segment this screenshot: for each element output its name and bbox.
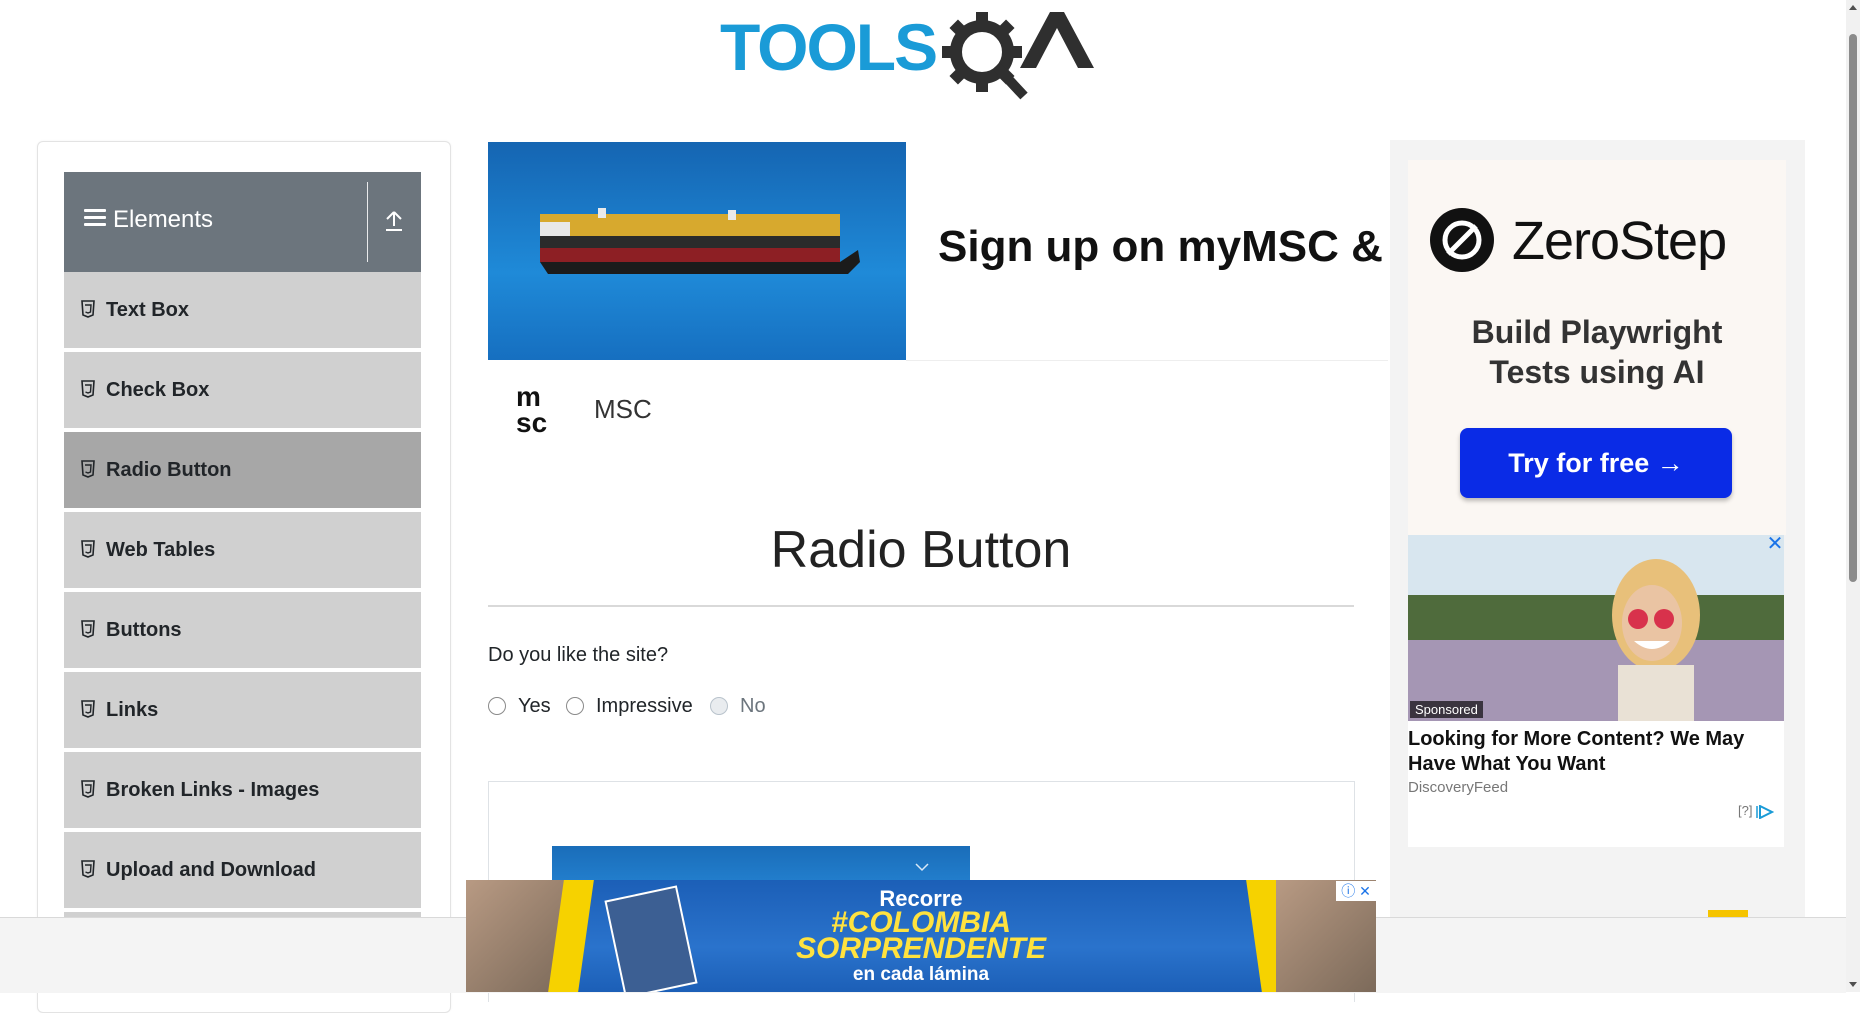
sidebar-item-text-box[interactable]: Text Box <box>64 272 421 350</box>
radio-impressive[interactable] <box>566 697 584 715</box>
svg-text:sc: sc <box>516 407 547 436</box>
adchoices-icon[interactable]: [?] <box>1738 803 1775 820</box>
html5-icon <box>81 380 95 398</box>
sponsored-source[interactable]: DiscoveryFeed <box>1408 779 1508 796</box>
ad-close-controls[interactable]: ⓘ ✕ <box>1336 881 1376 901</box>
sidebar-group-title: Elements <box>113 206 214 233</box>
zerostep-tagline-line1: Build Playwright <box>1471 314 1723 350</box>
sidebar-item-label: Links <box>106 699 159 721</box>
collapse-up-icon[interactable] <box>382 208 406 234</box>
sidebar-item-label: Buttons <box>106 619 182 641</box>
sidebar-item-label: Check Box <box>106 379 210 401</box>
html5-icon <box>81 700 95 718</box>
adchoices-triangle-icon <box>1756 803 1775 820</box>
sidebar-item-buttons[interactable]: Buttons <box>64 592 421 670</box>
radio-option-yes[interactable]: Yes <box>488 692 551 720</box>
radio-yes[interactable] <box>488 697 506 715</box>
sidebar-group-elements[interactable]: Elements <box>64 172 421 272</box>
sidebar-item-upload-download[interactable]: Upload and Download <box>64 832 421 910</box>
html5-icon <box>81 300 95 318</box>
radio-option-impressive[interactable]: Impressive <box>566 692 693 720</box>
radio-yes-label[interactable]: Yes <box>518 695 551 718</box>
ad-line-lamina: en cada lámina <box>852 964 990 985</box>
sponsored-badge: Sponsored <box>1410 701 1483 718</box>
html5-icon <box>81 460 95 478</box>
scroll-down-arrow-icon[interactable] <box>1846 976 1860 992</box>
sponsored-card[interactable]: Sponsored ✕ Looking for More Content? We… <box>1408 534 1784 847</box>
container-ship-image <box>488 142 906 360</box>
zerostep-tagline: Build Playwright Tests using AI <box>1408 312 1786 392</box>
html5-icon <box>81 540 95 558</box>
sidebar-item-label: Upload and Download <box>106 859 316 881</box>
svg-text:TOOLS: TOOLS <box>720 10 936 84</box>
zerostep-ad[interactable]: ZeroStep Build Playwright Tests using AI… <box>1408 160 1786 535</box>
scroll-up-arrow-icon[interactable] <box>1846 0 1860 16</box>
sidebar-item-label: Text Box <box>106 299 189 321</box>
sidebar-item-web-tables[interactable]: Web Tables <box>64 512 421 590</box>
toolsqa-logo[interactable]: TOOLS <box>720 6 1130 102</box>
header-divider <box>367 182 368 262</box>
radio-impressive-label[interactable]: Impressive <box>596 695 693 718</box>
ad-line-colombia: #COLOMBIA SORPRENDENTE <box>466 908 1376 965</box>
zerostep-logo-icon <box>1430 208 1494 272</box>
sidebar-item-broken-links[interactable]: Broken Links - Images <box>64 752 421 830</box>
colombia-ad-banner[interactable]: Recorre #COLOMBIA SORPRENDENTE en cada l… <box>466 880 1376 992</box>
msc-logo-icon: m sc <box>516 384 547 436</box>
msc-ad-headline[interactable]: Sign up on myMSC & B <box>938 222 1388 272</box>
msc-ad-banner[interactable]: Sign up on myMSC & B m sc MSC <box>488 142 1388 450</box>
msc-brand-name: MSC <box>594 394 652 424</box>
sidebar-item-label: Broken Links - Images <box>106 779 320 801</box>
zerostep-tagline-line2: Tests using AI <box>1489 354 1705 390</box>
sidebar-item-radio-button[interactable]: Radio Button <box>64 432 421 510</box>
sidebar-item-label: Web Tables <box>106 539 216 561</box>
zerostep-brand: ZeroStep <box>1512 211 1727 271</box>
html5-icon <box>81 780 95 798</box>
hamburger-icon <box>84 209 106 227</box>
sponsored-headline[interactable]: Looking for More Content? We May Have Wh… <box>1408 727 1768 777</box>
html5-icon <box>81 620 95 638</box>
sponsored-image <box>1408 535 1784 721</box>
radio-no-disabled <box>710 697 728 715</box>
ad-line-colombia-2: SORPRENDENTE <box>795 932 1047 965</box>
radio-question: Do you like the site? <box>488 644 669 666</box>
radio-option-no: No <box>710 692 766 720</box>
sidebar-item-links[interactable]: Links <box>64 672 421 750</box>
try-for-free-button[interactable]: Try for free → <box>1460 428 1732 498</box>
sidebar-item-check-box[interactable]: Check Box <box>64 352 421 430</box>
scrollbar-thumb[interactable] <box>1849 34 1857 582</box>
close-icon[interactable]: ✕ <box>1766 534 1784 554</box>
sidebar-item-label: Radio Button <box>106 459 232 481</box>
title-divider <box>488 605 1354 607</box>
chevron-down-icon <box>915 863 929 872</box>
msc-ad-divider <box>906 360 1388 361</box>
page-title: Radio Button <box>770 521 1072 579</box>
adchoices-label: [?] <box>1738 803 1753 818</box>
radio-no-label: No <box>740 694 766 717</box>
html5-icon <box>81 860 95 878</box>
